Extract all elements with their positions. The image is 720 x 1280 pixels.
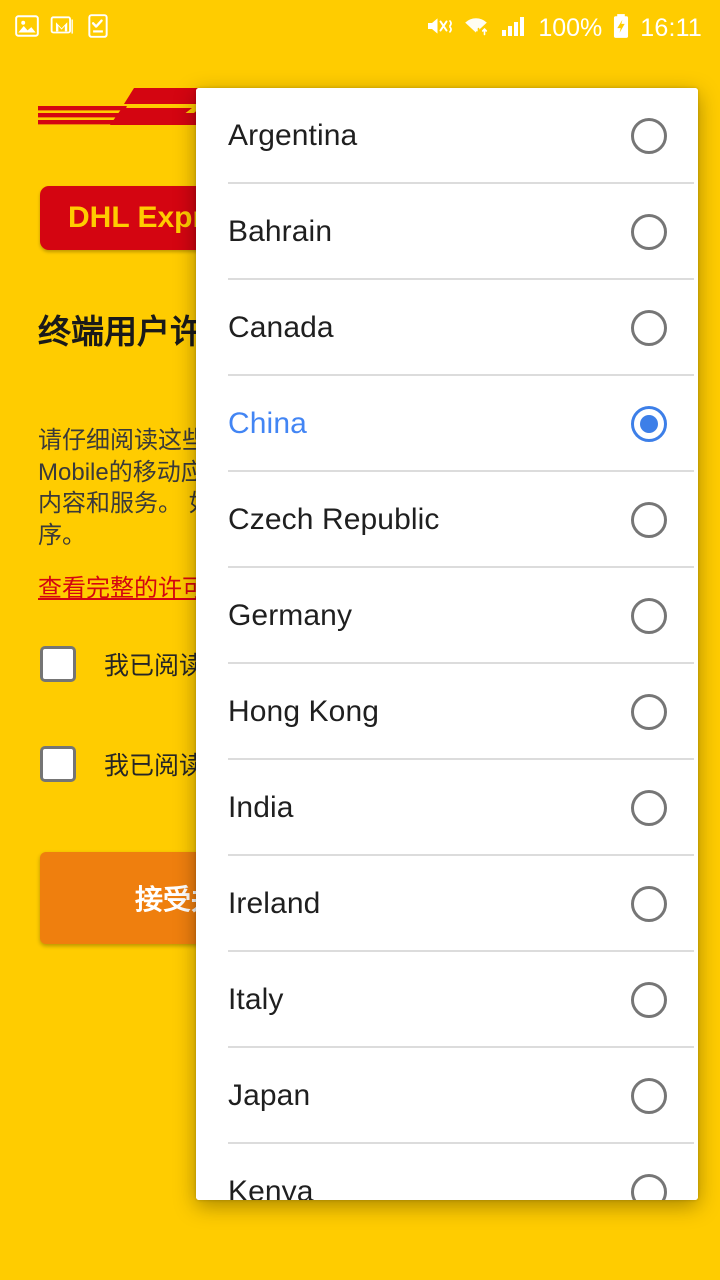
clock-label: 16:11: [640, 13, 702, 42]
country-label: Czech Republic: [228, 503, 440, 536]
country-row[interactable]: China: [196, 376, 698, 472]
radio-button-icon[interactable]: [631, 982, 667, 1018]
privacy-checkbox[interactable]: [40, 746, 76, 782]
radio-button-icon[interactable]: [631, 694, 667, 730]
country-row[interactable]: India: [196, 760, 698, 856]
status-bar-system-icons: 100% 16:11: [425, 13, 702, 44]
country-label: Germany: [228, 599, 353, 632]
photos-icon: [14, 13, 40, 44]
country-label: Argentina: [228, 119, 358, 152]
country-row[interactable]: Argentina: [196, 88, 698, 184]
country-row[interactable]: Czech Republic: [196, 472, 698, 568]
country-label: Ireland: [228, 887, 321, 920]
country-row[interactable]: Ireland: [196, 856, 698, 952]
wifi-icon: [462, 13, 492, 44]
battery-percent-label: 100%: [538, 13, 603, 42]
country-row[interactable]: Hong Kong: [196, 664, 698, 760]
country-selection-dialog: Argentina Bahrain Canada China Czech Republi…: [196, 88, 698, 1200]
cellular-signal-icon: [501, 13, 529, 44]
status-bar: 100% 16:11: [0, 0, 720, 56]
battery-charging-icon: [611, 13, 631, 44]
radio-button-icon[interactable]: [631, 1174, 667, 1200]
country-label: Bahrain: [228, 215, 333, 248]
country-list[interactable]: Argentina Bahrain Canada China Czech Republi…: [196, 88, 698, 1200]
mute-vibrate-icon: [425, 13, 453, 44]
radio-button-icon[interactable]: [631, 214, 667, 250]
country-label: Italy: [228, 983, 284, 1016]
gmail-icon: [50, 13, 76, 44]
radio-button-icon[interactable]: [631, 310, 667, 346]
radio-button-icon[interactable]: [631, 790, 667, 826]
radio-button-icon[interactable]: [631, 502, 667, 538]
radio-button-icon[interactable]: [631, 598, 667, 634]
country-label: China: [228, 407, 307, 440]
radio-button-selected-icon[interactable]: [631, 406, 667, 442]
tasks-icon: [86, 13, 110, 44]
country-label: India: [228, 791, 294, 824]
country-row[interactable]: Canada: [196, 280, 698, 376]
country-row[interactable]: Kenya: [196, 1144, 698, 1200]
country-row[interactable]: Italy: [196, 952, 698, 1048]
country-label: Japan: [228, 1079, 311, 1112]
terms-checkbox[interactable]: [40, 646, 76, 682]
country-row[interactable]: Bahrain: [196, 184, 698, 280]
country-row[interactable]: Germany: [196, 568, 698, 664]
country-row[interactable]: Japan: [196, 1048, 698, 1144]
country-label: Canada: [228, 311, 334, 344]
status-bar-notifications: [14, 13, 110, 44]
radio-button-icon[interactable]: [631, 118, 667, 154]
radio-button-icon[interactable]: [631, 1078, 667, 1114]
country-label: Kenya: [228, 1175, 314, 1200]
country-label: Hong Kong: [228, 695, 380, 728]
radio-button-icon[interactable]: [631, 886, 667, 922]
